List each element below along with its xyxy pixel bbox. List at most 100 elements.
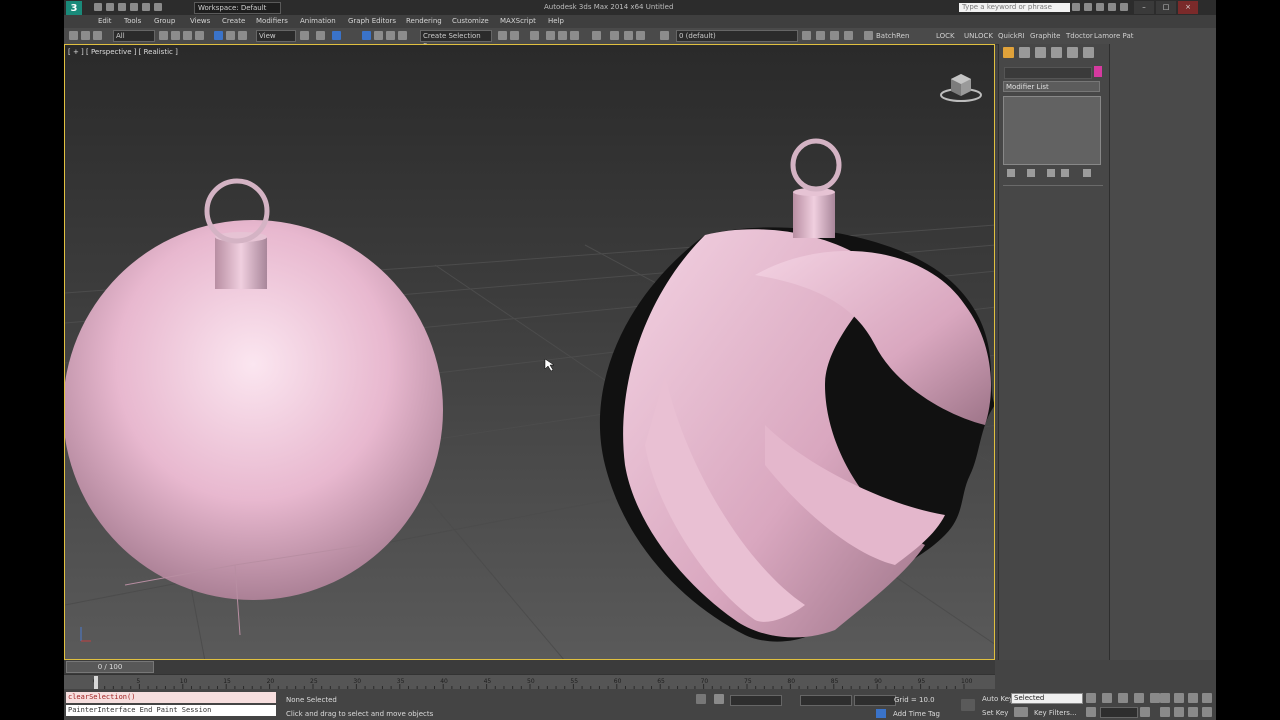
menu-create[interactable]: Create: [222, 17, 245, 25]
communication-center-icon[interactable]: [1096, 3, 1104, 11]
layer-icon[interactable]: [660, 31, 669, 40]
select-by-name-icon[interactable]: [171, 31, 180, 40]
play-icon[interactable]: [1118, 693, 1128, 703]
object-color-swatch[interactable]: [1094, 66, 1102, 77]
key-mode-toggle-icon[interactable]: [1086, 707, 1096, 717]
select-link-icon[interactable]: [69, 31, 78, 40]
field-of-view-icon[interactable]: [1160, 707, 1170, 717]
named-selection-sets-dropdown[interactable]: Create Selection Se: [420, 30, 492, 50]
menu-customize[interactable]: Customize: [452, 17, 489, 25]
pan-view-icon[interactable]: [1174, 707, 1184, 717]
subscription-icon[interactable]: [1084, 3, 1092, 11]
modifier-list-dropdown[interactable]: Modifier List: [1003, 81, 1100, 92]
key-filters-button[interactable]: Key Filters...: [1034, 709, 1077, 717]
maxscript-output-line[interactable]: PainterInterface End Paint Session: [66, 705, 276, 716]
make-unique-icon[interactable]: [1047, 169, 1055, 177]
undo-icon[interactable]: [130, 3, 138, 11]
menu-edit[interactable]: Edit: [98, 17, 112, 25]
zoom-all-icon[interactable]: [1174, 693, 1184, 703]
minimize-button[interactable]: –: [1134, 1, 1154, 14]
selection-filter-dropdown[interactable]: All: [113, 30, 155, 42]
select-manipulate-icon[interactable]: [316, 31, 325, 40]
set-key-icon[interactable]: [1014, 707, 1028, 717]
redo-icon[interactable]: [142, 3, 150, 11]
search-input[interactable]: Type a keyword or phrase: [959, 3, 1070, 12]
window-crossing-icon[interactable]: [195, 31, 204, 40]
menu-graph-editors[interactable]: Graph Editors: [348, 17, 396, 25]
graphite-button[interactable]: Graphite: [1030, 32, 1060, 40]
select-object-icon[interactable]: [159, 31, 168, 40]
next-frame-icon[interactable]: [1134, 693, 1144, 703]
modifier-stack[interactable]: [1003, 96, 1101, 165]
project-folder-icon[interactable]: [154, 3, 162, 11]
workspace-dropdown[interactable]: Workspace: Default: [194, 2, 281, 14]
display-tab-icon[interactable]: [1067, 47, 1078, 58]
modify-tab-icon[interactable]: [1019, 47, 1030, 58]
menu-rendering[interactable]: Rendering: [406, 17, 442, 25]
material-editor-icon[interactable]: [610, 31, 619, 40]
layer-manager-icon[interactable]: [546, 31, 555, 40]
perspective-viewport[interactable]: [ + ] [ Perspective ] [ Realistic ]: [64, 44, 995, 660]
trackbar[interactable]: 0510152025303540455055606570758085909510…: [64, 674, 995, 690]
select-and-scale-icon[interactable]: [238, 31, 247, 40]
pivot-center-icon[interactable]: [300, 31, 309, 40]
create-tab-icon[interactable]: [1003, 47, 1014, 58]
menu-modifiers[interactable]: Modifiers: [256, 17, 288, 25]
save-file-icon[interactable]: [118, 3, 126, 11]
go-to-start-icon[interactable]: [1086, 693, 1096, 703]
bind-space-warp-icon[interactable]: [93, 31, 102, 40]
key-selection-dropdown[interactable]: Selected: [1011, 693, 1083, 704]
pin-stack-icon[interactable]: [1007, 169, 1015, 177]
z-coordinate-field[interactable]: [854, 695, 896, 706]
motion-tab-icon[interactable]: [1051, 47, 1062, 58]
absolute-mode-icon[interactable]: [714, 694, 724, 704]
add-to-layer-icon[interactable]: [816, 31, 825, 40]
search-icon[interactable]: [1072, 3, 1080, 11]
lamore-pat-button[interactable]: Lamore Pat: [1094, 32, 1134, 40]
current-frame-field[interactable]: [1100, 707, 1138, 718]
orbit-icon[interactable]: [1188, 707, 1198, 717]
x-coordinate-field[interactable]: [730, 695, 782, 706]
unlink-icon[interactable]: [81, 31, 90, 40]
add-time-tag-icon[interactable]: [876, 709, 886, 718]
zoom-extents-icon[interactable]: [1188, 693, 1198, 703]
tdoctor-button[interactable]: Tdoctor: [1066, 32, 1093, 40]
menu-help[interactable]: Help: [548, 17, 564, 25]
menu-tools[interactable]: Tools: [124, 17, 141, 25]
layer-dropdown[interactable]: 0 (default): [676, 30, 798, 42]
open-file-icon[interactable]: [106, 3, 114, 11]
rendered-frame-window-icon[interactable]: [636, 31, 645, 40]
snaps-toggle-icon[interactable]: [362, 31, 371, 40]
show-end-result-icon[interactable]: [1027, 169, 1035, 177]
scene-explorer-icon[interactable]: [530, 31, 539, 40]
remove-modifier-icon[interactable]: [1061, 169, 1069, 177]
menu-maxscript[interactable]: MAXScript: [500, 17, 536, 25]
viewcube-icon[interactable]: [939, 69, 983, 103]
object-name-field[interactable]: [1004, 67, 1092, 79]
graphite-toggle-icon[interactable]: [558, 31, 567, 40]
configure-modifier-sets-icon[interactable]: [1083, 169, 1091, 177]
spinner-snap-icon[interactable]: [398, 31, 407, 40]
quickri-button[interactable]: QuickRI: [998, 32, 1025, 40]
time-slider-thumb[interactable]: 0 / 100: [66, 661, 154, 673]
select-and-move-icon[interactable]: [214, 31, 223, 40]
set-key-button[interactable]: Set Key: [982, 709, 1008, 717]
selection-region-icon[interactable]: [183, 31, 192, 40]
y-coordinate-field[interactable]: [800, 695, 852, 706]
unlock-button[interactable]: UNLOCK: [964, 32, 993, 40]
utilities-tab-icon[interactable]: [1083, 47, 1094, 58]
maximize-viewport-icon[interactable]: [1202, 707, 1212, 717]
reference-coordinate-dropdown[interactable]: View: [256, 30, 296, 42]
hierarchy-tab-icon[interactable]: [1035, 47, 1046, 58]
zoom-icon[interactable]: [1160, 693, 1170, 703]
add-time-tag-label[interactable]: Add Time Tag: [893, 710, 940, 718]
new-file-icon[interactable]: [94, 3, 102, 11]
curve-editor-icon[interactable]: [570, 31, 579, 40]
key-mode-icon[interactable]: [961, 699, 975, 711]
menu-views[interactable]: Views: [190, 17, 210, 25]
menu-animation[interactable]: Animation: [300, 17, 336, 25]
render-setup-icon[interactable]: [624, 31, 633, 40]
percent-snap-icon[interactable]: [386, 31, 395, 40]
batch-render-icon[interactable]: [864, 31, 873, 40]
align-icon[interactable]: [510, 31, 519, 40]
